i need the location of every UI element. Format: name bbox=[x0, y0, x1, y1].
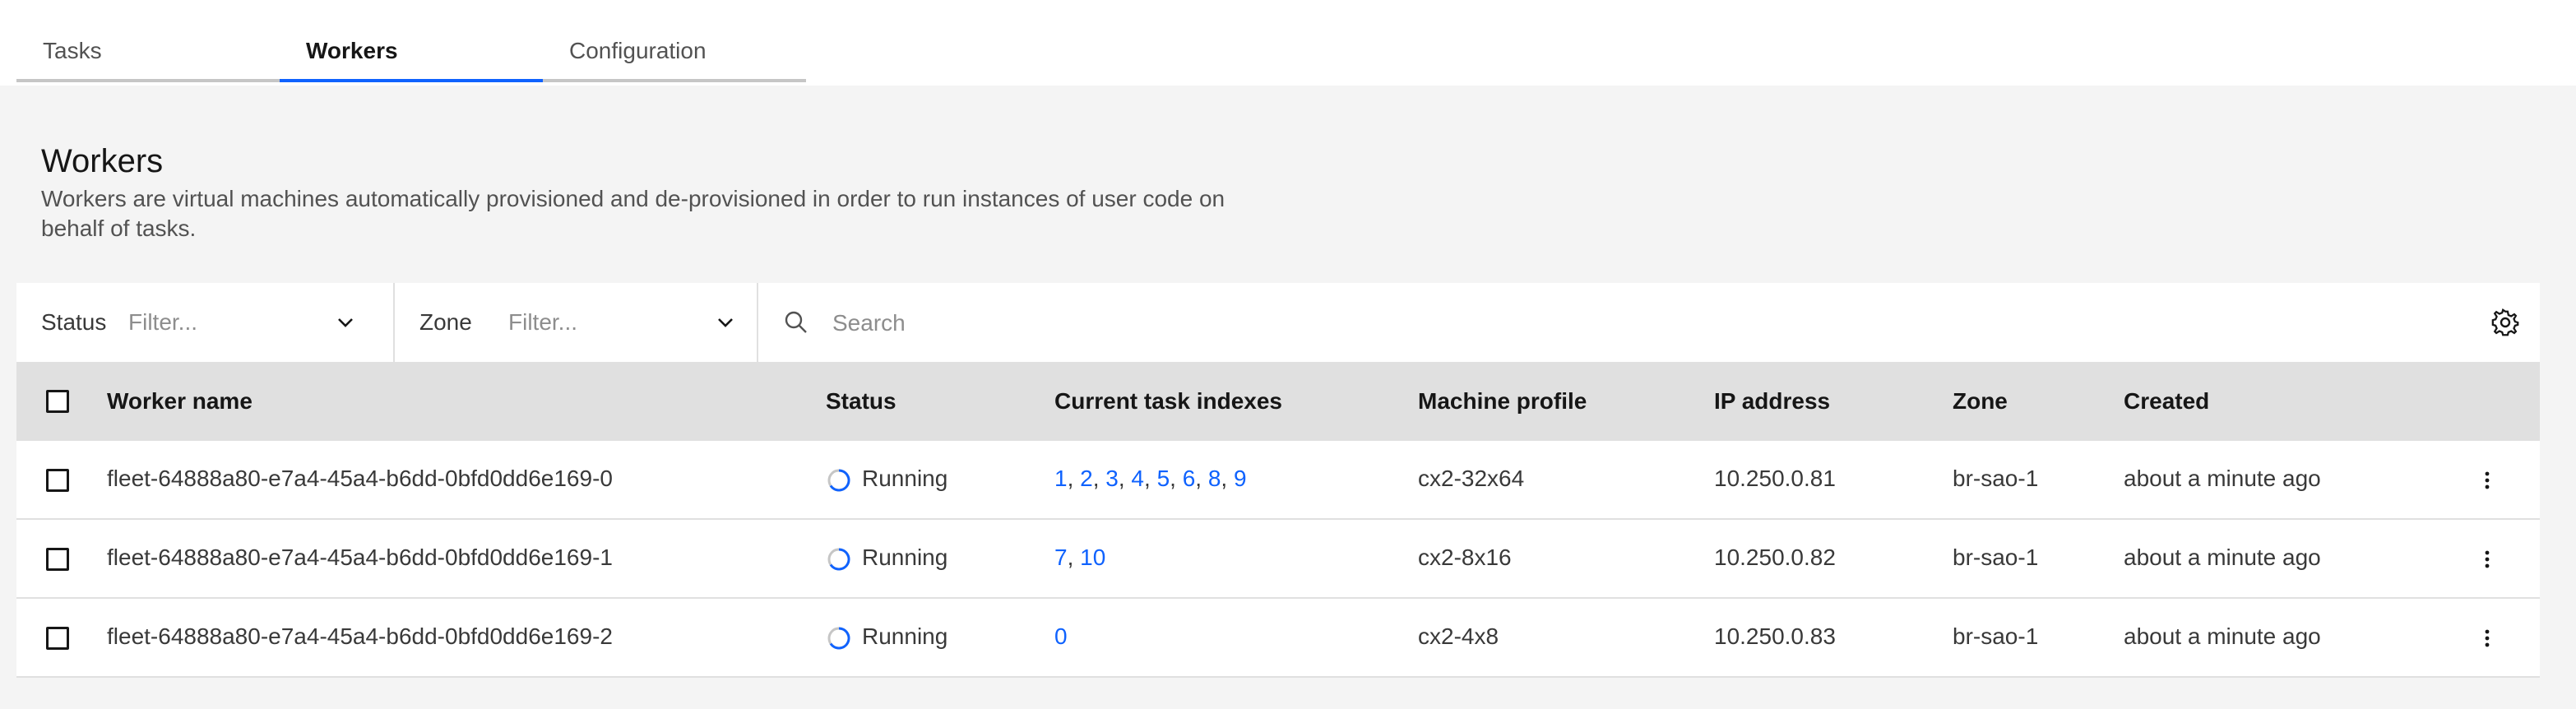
status-text: Running bbox=[862, 466, 948, 491]
table-row: fleet-64888a80-e7a4-45a4-b6dd-0bfd0dd6e1… bbox=[16, 441, 2540, 520]
tab-label: Workers bbox=[306, 38, 398, 63]
zone-filter-placeholder: Filter... bbox=[508, 309, 578, 335]
task-index-link[interactable]: 4 bbox=[1131, 466, 1144, 491]
tab-label: Configuration bbox=[569, 38, 707, 63]
ip-address: 10.250.0.83 bbox=[1714, 623, 1836, 649]
ip-address: 10.250.0.82 bbox=[1714, 544, 1836, 570]
row-checkbox[interactable] bbox=[46, 469, 69, 492]
task-index-link[interactable]: 7 bbox=[1054, 544, 1068, 570]
running-spinner-icon bbox=[827, 469, 850, 492]
worker-name: fleet-64888a80-e7a4-45a4-b6dd-0bfd0dd6e1… bbox=[107, 466, 613, 491]
search-input[interactable] bbox=[831, 299, 2446, 347]
overflow-menu-icon[interactable] bbox=[2472, 466, 2502, 495]
zone-filter-label: Zone bbox=[419, 309, 472, 335]
worker-name: fleet-64888a80-e7a4-45a4-b6dd-0bfd0dd6e1… bbox=[107, 544, 613, 570]
overflow-menu-icon[interactable] bbox=[2472, 623, 2502, 653]
task-index-separator: , bbox=[1118, 466, 1132, 491]
tab-configuration[interactable]: Configuration bbox=[543, 0, 806, 82]
chevron-down-icon bbox=[718, 318, 733, 327]
running-spinner-icon bbox=[827, 548, 850, 571]
task-index-separator: , bbox=[1067, 544, 1081, 570]
task-index-link[interactable]: 5 bbox=[1157, 466, 1170, 491]
status-filter-placeholder: Filter... bbox=[128, 309, 198, 335]
column-header-task-indexes[interactable]: Current task indexes bbox=[1054, 388, 1282, 415]
column-header-status[interactable]: Status bbox=[826, 388, 897, 415]
task-index-separator: , bbox=[1221, 466, 1234, 491]
status-text: Running bbox=[862, 623, 948, 649]
zone: br-sao-1 bbox=[1953, 466, 2039, 491]
machine-profile: cx2-32x64 bbox=[1418, 466, 1525, 491]
search-icon bbox=[785, 311, 807, 333]
overflow-menu-icon[interactable] bbox=[2472, 544, 2502, 574]
task-index-link[interactable]: 6 bbox=[1183, 466, 1196, 491]
row-checkbox[interactable] bbox=[46, 627, 69, 650]
table-row: fleet-64888a80-e7a4-45a4-b6dd-0bfd0dd6e1… bbox=[16, 599, 2540, 678]
chevron-down-icon bbox=[338, 318, 353, 327]
task-index-link[interactable]: 1 bbox=[1054, 466, 1068, 491]
table-header: Worker name Status Current task indexes … bbox=[16, 362, 2540, 441]
toolbar-divider bbox=[757, 283, 758, 362]
task-index-link[interactable]: 2 bbox=[1080, 466, 1093, 491]
task-index-link[interactable]: 10 bbox=[1080, 544, 1105, 570]
task-index-list: 1, 2, 3, 4, 5, 6, 8, 9 bbox=[1054, 466, 1247, 492]
created-time: about a minute ago bbox=[2124, 466, 2321, 491]
created-time: about a minute ago bbox=[2124, 544, 2321, 570]
column-header-worker-name[interactable]: Worker name bbox=[107, 388, 253, 415]
task-index-separator: , bbox=[1144, 466, 1157, 491]
column-header-created[interactable]: Created bbox=[2124, 388, 2209, 415]
column-header-machine-profile[interactable]: Machine profile bbox=[1418, 388, 1587, 415]
gear-icon[interactable] bbox=[2490, 308, 2520, 337]
task-index-list: 7, 10 bbox=[1054, 544, 1105, 571]
task-index-list: 0 bbox=[1054, 623, 1068, 650]
created-time: about a minute ago bbox=[2124, 623, 2321, 649]
status-filter-dropdown[interactable]: Status Filter... bbox=[16, 283, 391, 362]
ip-address: 10.250.0.81 bbox=[1714, 466, 1836, 491]
worker-name: fleet-64888a80-e7a4-45a4-b6dd-0bfd0dd6e1… bbox=[107, 623, 613, 649]
column-header-ip-address[interactable]: IP address bbox=[1714, 388, 1830, 415]
column-header-zone[interactable]: Zone bbox=[1953, 388, 2008, 415]
zone: br-sao-1 bbox=[1953, 623, 2039, 649]
task-index-link[interactable]: 8 bbox=[1208, 466, 1221, 491]
tabs-bar: Tasks Workers Configuration bbox=[0, 0, 2576, 86]
task-index-link[interactable]: 3 bbox=[1105, 466, 1119, 491]
task-index-separator: , bbox=[1195, 466, 1208, 491]
page-description: Workers are virtual machines automatical… bbox=[41, 186, 1225, 241]
page-title: Workers bbox=[41, 143, 164, 179]
select-all-checkbox[interactable] bbox=[46, 390, 69, 413]
row-checkbox[interactable] bbox=[46, 548, 69, 571]
tab-tasks[interactable]: Tasks bbox=[16, 0, 280, 82]
table-toolbar: Status Filter... Zone Filter... bbox=[16, 283, 2540, 362]
tab-label: Tasks bbox=[43, 38, 102, 63]
table-row: fleet-64888a80-e7a4-45a4-b6dd-0bfd0dd6e1… bbox=[16, 520, 2540, 599]
machine-profile: cx2-8x16 bbox=[1418, 544, 1512, 570]
machine-profile: cx2-4x8 bbox=[1418, 623, 1499, 649]
zone: br-sao-1 bbox=[1953, 544, 2039, 570]
tab-workers[interactable]: Workers bbox=[280, 0, 543, 82]
zone-filter-dropdown[interactable]: Zone Filter... bbox=[395, 283, 771, 362]
task-index-separator: , bbox=[1092, 466, 1106, 491]
task-index-separator: , bbox=[1170, 466, 1183, 491]
task-index-link[interactable]: 9 bbox=[1234, 466, 1247, 491]
running-spinner-icon bbox=[827, 627, 850, 650]
task-index-link[interactable]: 0 bbox=[1054, 623, 1068, 649]
status-filter-label: Status bbox=[41, 309, 107, 335]
task-index-separator: , bbox=[1067, 466, 1081, 491]
status-text: Running bbox=[862, 544, 948, 570]
